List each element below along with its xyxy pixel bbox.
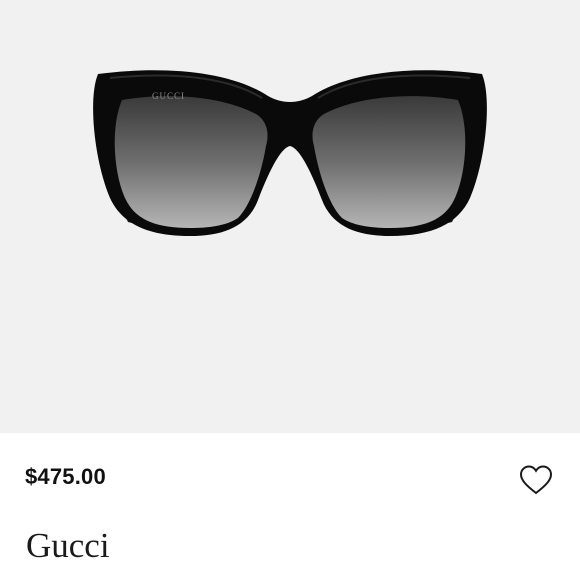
product-card[interactable]: GUCCI $475.00 Gucci [0,0,580,580]
product-image-area[interactable]: GUCCI [0,0,580,433]
favorite-button[interactable] [515,460,557,500]
product-brand: Gucci [26,526,110,565]
sunglasses-image: GUCCI [93,70,487,236]
product-price: $475.00 [25,464,106,489]
gucci-logo: GUCCI [152,91,185,101]
heart-outline-icon [519,465,553,495]
